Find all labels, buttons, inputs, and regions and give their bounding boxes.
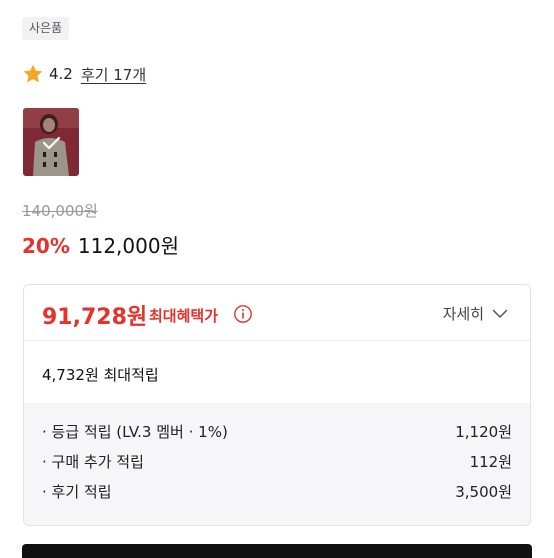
max-points: 4,732원 최대적립 [42, 366, 159, 384]
points-item-value: 3,500원 [455, 483, 512, 501]
sale-price-row: 20% 112,000원 [22, 230, 179, 259]
list-item: · 구매 추가 적립 112원 [42, 451, 512, 475]
chevron-down-icon [492, 309, 508, 318]
sale-price: 112,000원 [77, 234, 179, 258]
max-benefit-label: 최대혜택가 [149, 307, 219, 325]
points-item-value: 112원 [469, 453, 512, 471]
rating-row: 4.2 후기 17개 [22, 62, 146, 86]
info-icon[interactable] [233, 304, 253, 324]
points-item-label: · 등급 적립 (LV.3 멤버 · 1%) [42, 423, 228, 441]
benefit-header: 91,728원 최대혜택가 자세히 [24, 285, 530, 341]
detail-label: 자세히 [442, 305, 484, 323]
reviews-link[interactable]: 후기 17개 [81, 64, 146, 85]
points-item-label: · 구매 추가 적립 [42, 453, 144, 471]
cut-off-title [0, 0, 554, 8]
discount-rate: 20% [22, 234, 70, 258]
purchase-button-bar[interactable] [22, 544, 532, 558]
detail-toggle-button[interactable]: 자세히 [443, 303, 508, 324]
list-item: · 등급 적립 (LV.3 멤버 · 1%) 1,120원 [42, 421, 512, 445]
option-thumbnail-selected[interactable] [23, 108, 79, 176]
gift-tag: 사은품 [22, 17, 70, 40]
original-price: 140,000원 [22, 202, 98, 220]
benefit-box: 91,728원 최대혜택가 자세히 4,732원 최대적립 · 등급 적립 (L… [23, 284, 531, 526]
points-item-label: · 후기 적립 [42, 483, 112, 501]
rating-score: 4.2 [49, 65, 73, 83]
max-benefit-price: 91,728원 [42, 305, 148, 330]
points-item-value: 1,120원 [455, 423, 512, 441]
points-breakdown: · 등급 적립 (LV.3 멤버 · 1%) 1,120원 · 구매 추가 적립… [24, 403, 530, 525]
list-item: · 후기 적립 3,500원 [42, 481, 512, 505]
star-icon [23, 64, 43, 83]
